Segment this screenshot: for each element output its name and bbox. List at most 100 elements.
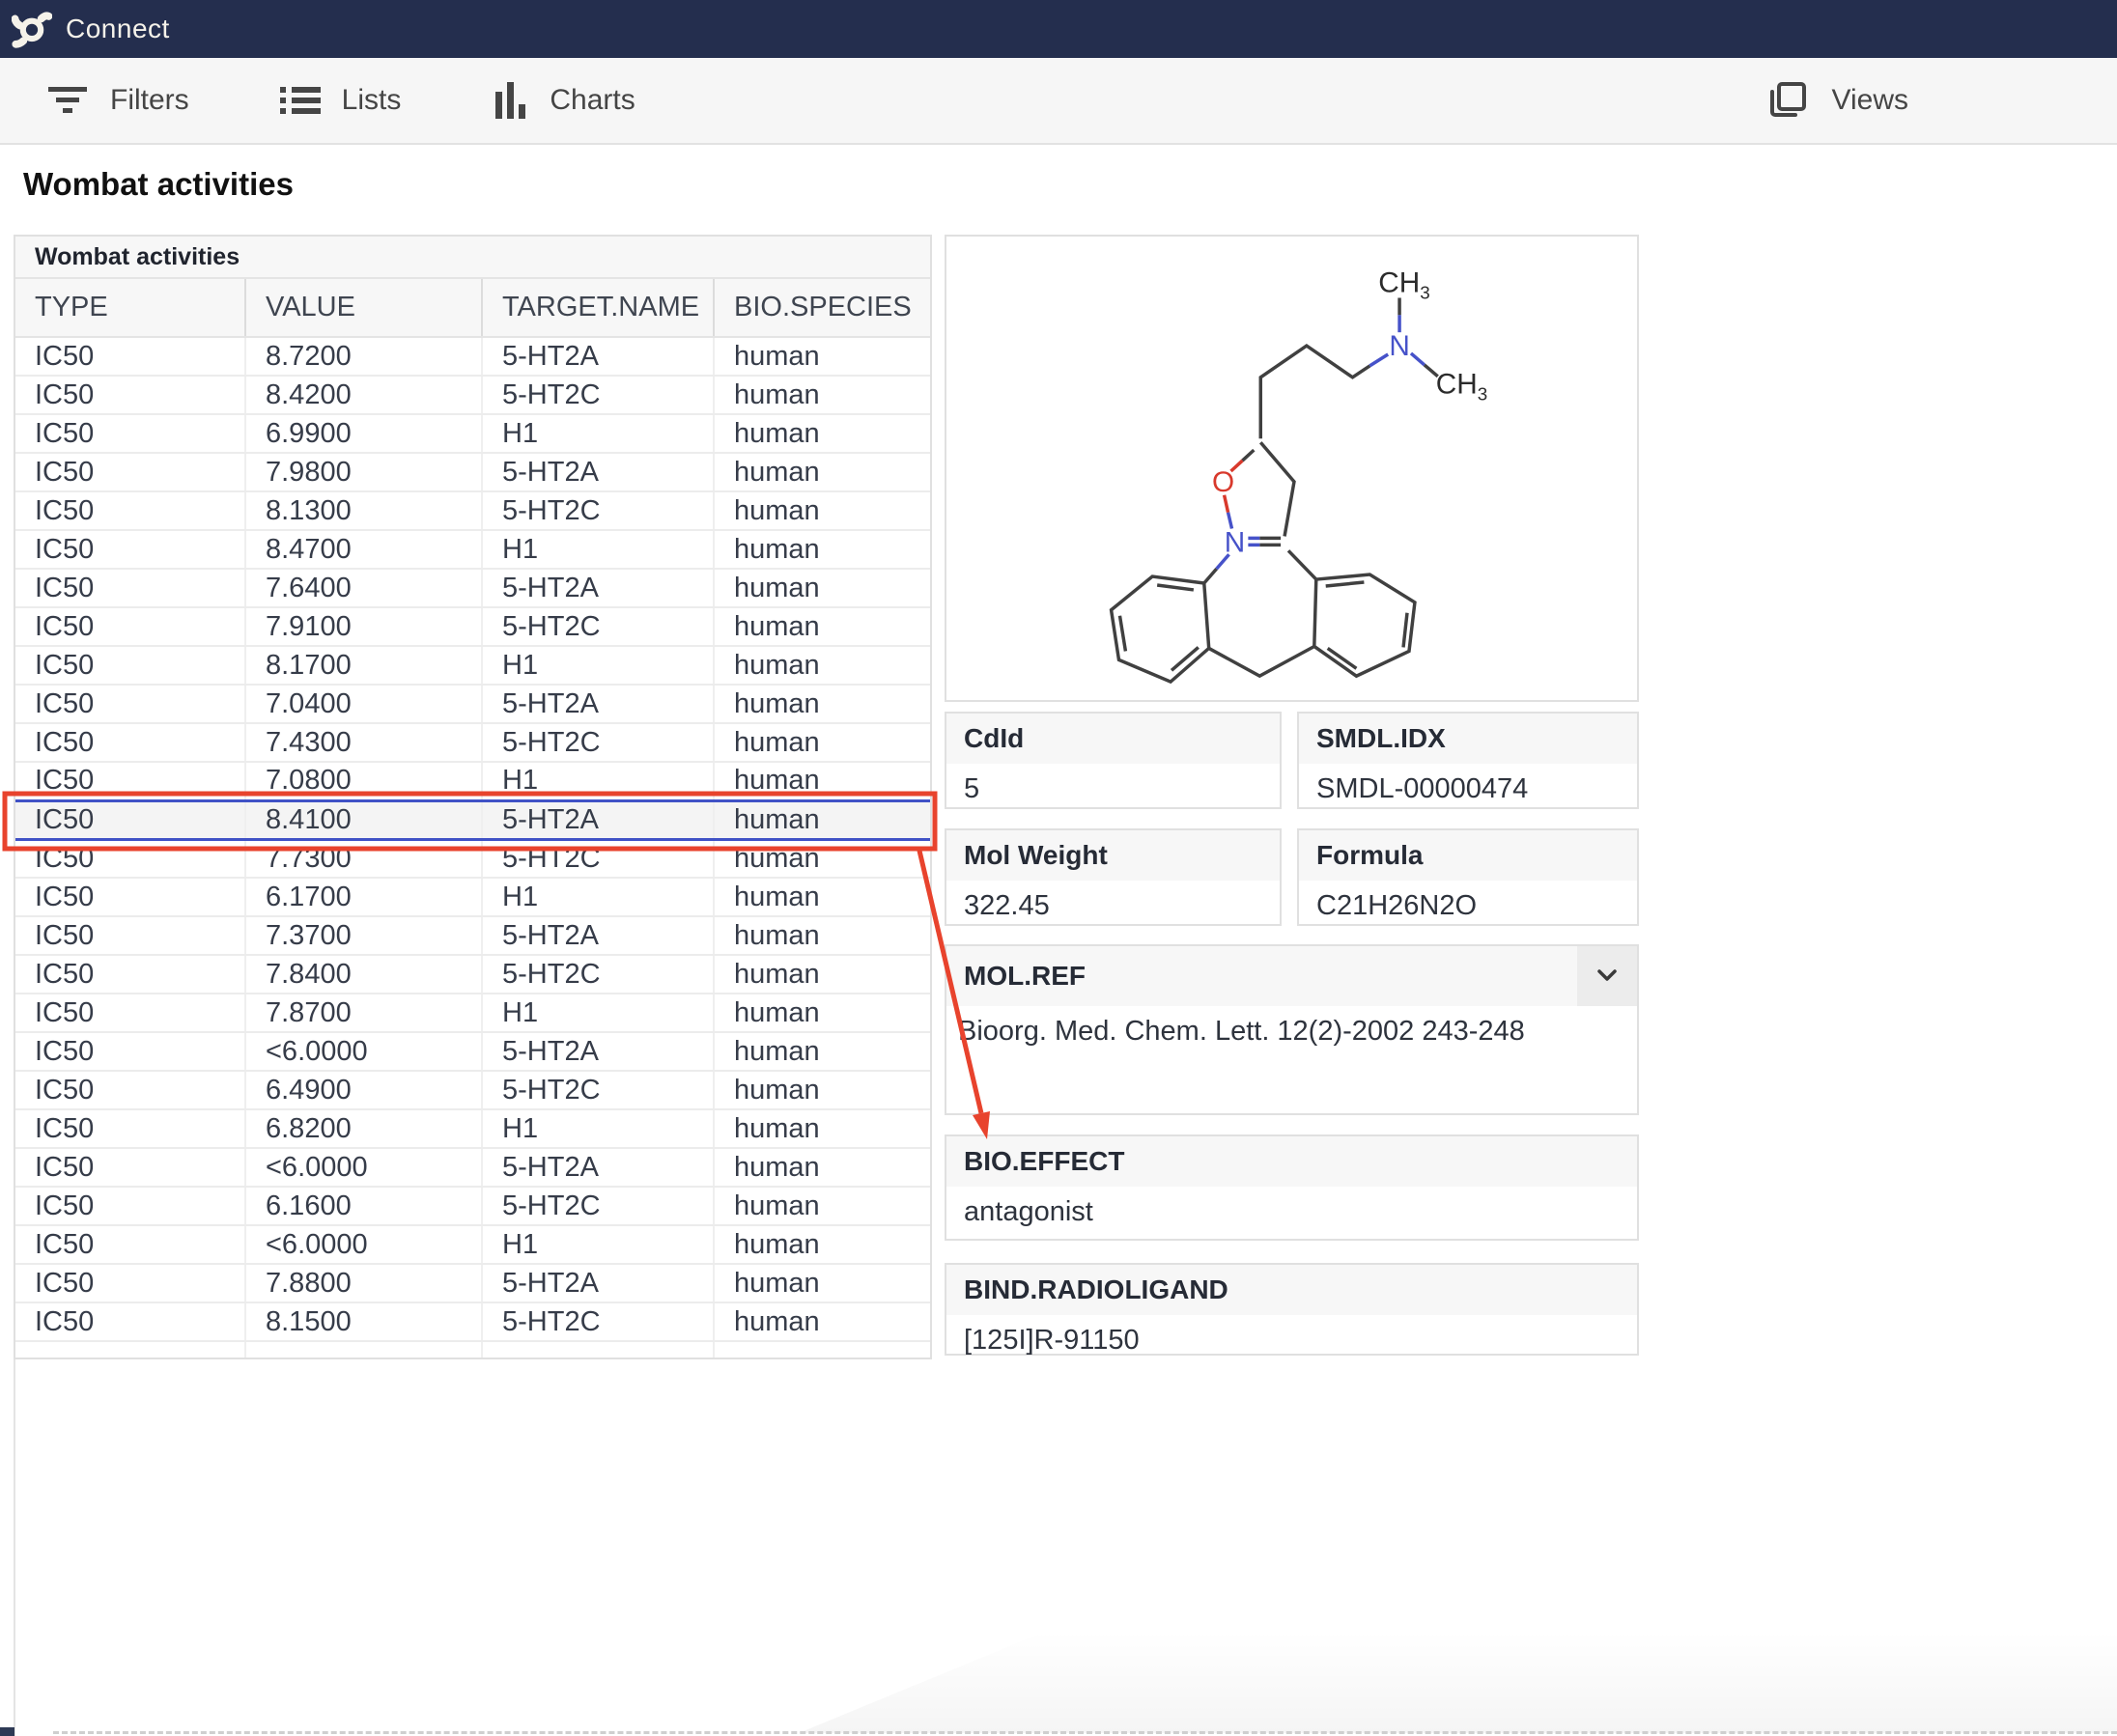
table-row[interactable]: IC50 8.7200 5-HT2A human bbox=[15, 337, 930, 377]
activities-table-panel: Wombat activities TYPE VALUE TARGET.NAME… bbox=[14, 235, 932, 1359]
chevron-down-icon bbox=[1592, 960, 1623, 994]
table-cell: IC50 bbox=[15, 1264, 245, 1303]
table-cell: IC50 bbox=[15, 1071, 245, 1110]
table-row[interactable]: IC50 7.8800 5-HT2A human bbox=[15, 1264, 930, 1303]
table-cell bbox=[713, 1341, 930, 1358]
table-cell: 5-HT2C bbox=[481, 1071, 714, 1110]
table-cell: IC50 bbox=[15, 337, 245, 377]
table-cell: IC50 bbox=[15, 607, 245, 647]
table-cell bbox=[244, 1341, 482, 1358]
table-row[interactable]: IC50 8.4200 5-HT2C human bbox=[15, 376, 930, 415]
table-cell: 8.4700 bbox=[244, 530, 482, 570]
table-cell: 7.7300 bbox=[244, 839, 482, 879]
table-cell: IC50 bbox=[15, 453, 245, 492]
bio-effect-card: BIO.EFFECT antagonist bbox=[945, 1134, 1639, 1241]
table-row[interactable]: IC50 8.1300 5-HT2C human bbox=[15, 491, 930, 531]
filters-button[interactable]: Filters bbox=[46, 81, 189, 120]
table-cell: H1 bbox=[481, 994, 714, 1033]
table-cell: IC50 bbox=[15, 994, 245, 1033]
table-cell: H1 bbox=[481, 1109, 714, 1149]
table-panel-title: Wombat activities bbox=[15, 237, 930, 279]
table-row[interactable]: IC50 8.1500 5-HT2C human bbox=[15, 1302, 930, 1342]
methyl-right-label: CH3 bbox=[1436, 369, 1487, 405]
column-header-type[interactable]: TYPE bbox=[15, 279, 245, 338]
table-cell: 7.8400 bbox=[244, 955, 482, 994]
smdl-idx-label: SMDL.IDX bbox=[1299, 714, 1637, 764]
table-row[interactable]: IC50 7.3700 5-HT2A human bbox=[15, 916, 930, 956]
table-row[interactable]: IC50 6.8200 H1 human bbox=[15, 1109, 930, 1149]
cdid-card: CdId 5 bbox=[945, 712, 1282, 809]
table-body: IC50 8.7200 5-HT2A human IC50 8.4200 5-HT2C hum… bbox=[15, 337, 930, 1358]
mol-weight-value: 322.45 bbox=[964, 890, 1050, 921]
table-row-partial bbox=[15, 1341, 930, 1358]
table-cell: 7.9800 bbox=[244, 453, 482, 492]
table-cell: human bbox=[713, 878, 930, 917]
table-row[interactable]: IC50 <6.0000 5-HT2A human bbox=[15, 1032, 930, 1072]
cdid-value: 5 bbox=[964, 773, 980, 804]
table-cell: 5-HT2C bbox=[481, 1187, 714, 1226]
table-row[interactable]: IC50 <6.0000 H1 human bbox=[15, 1225, 930, 1265]
table-cell: H1 bbox=[481, 1225, 714, 1265]
table-row[interactable]: IC50 7.8400 5-HT2C human bbox=[15, 955, 930, 994]
table-cell: human bbox=[713, 337, 930, 377]
table-cell: 8.4200 bbox=[244, 376, 482, 415]
table-cell: 5-HT2C bbox=[481, 607, 714, 647]
methyl-top-label: CH3 bbox=[1378, 267, 1429, 303]
table-cell: human bbox=[713, 1302, 930, 1342]
table-row[interactable]: IC50 7.9100 5-HT2C human bbox=[15, 607, 930, 647]
table-cell: IC50 bbox=[15, 491, 245, 531]
table-cell: <6.0000 bbox=[244, 1032, 482, 1072]
bind-radioligand-value: [125I]R-91150 bbox=[964, 1325, 1140, 1356]
table-cell: 7.8800 bbox=[244, 1264, 482, 1303]
table-cell: IC50 bbox=[15, 1148, 245, 1188]
table-cell: human bbox=[713, 723, 930, 763]
table-cell: 7.8700 bbox=[244, 994, 482, 1033]
table-cell: human bbox=[713, 1032, 930, 1072]
table-row[interactable]: IC50 7.4300 5-HT2C human bbox=[15, 723, 930, 763]
table-row[interactable]: IC50 7.7300 5-HT2C human bbox=[15, 839, 930, 879]
table-cell: human bbox=[713, 1225, 930, 1265]
table-cell: IC50 bbox=[15, 762, 245, 801]
table-row[interactable]: IC50 <6.0000 5-HT2A human bbox=[15, 1148, 930, 1188]
table-row[interactable]: IC50 8.1700 H1 human bbox=[15, 646, 930, 686]
bio-effect-value: antagonist bbox=[964, 1196, 1093, 1227]
connect-logo-icon bbox=[12, 8, 52, 50]
table-cell: human bbox=[713, 798, 930, 841]
table-cell bbox=[15, 1341, 245, 1358]
column-header-bio-species[interactable]: BIO.SPECIES bbox=[713, 279, 930, 338]
table-row[interactable]: IC50 7.0400 5-HT2A human bbox=[15, 685, 930, 724]
table-row[interactable]: IC50 6.1700 H1 human bbox=[15, 878, 930, 917]
table-row[interactable]: IC50 7.9800 5-HT2A human bbox=[15, 453, 930, 492]
table-row[interactable]: IC50 7.6400 5-HT2A human bbox=[15, 569, 930, 608]
mol-ref-value: Bioorg. Med. Chem. Lett. 12(2)-2002 243-… bbox=[958, 1016, 1525, 1047]
table-row[interactable]: IC50 7.0800 H1 human bbox=[15, 762, 930, 801]
table-cell: IC50 bbox=[15, 723, 245, 763]
table-cell: 5-HT2C bbox=[481, 491, 714, 531]
table-cell: H1 bbox=[481, 762, 714, 801]
views-button[interactable]: Views bbox=[1764, 77, 1908, 124]
bind-radioligand-card: BIND.RADIOLIGAND [125I]R-91150 bbox=[945, 1263, 1639, 1356]
table-cell: 6.8200 bbox=[244, 1109, 482, 1149]
table-row[interactable]: IC50 6.1600 5-HT2C human bbox=[15, 1187, 930, 1226]
formula-label: Formula bbox=[1299, 830, 1637, 881]
mol-weight-card: Mol Weight 322.45 bbox=[945, 828, 1282, 926]
lists-button[interactable]: Lists bbox=[278, 81, 401, 120]
table-cell: IC50 bbox=[15, 916, 245, 956]
charts-button[interactable]: Charts bbox=[494, 80, 635, 121]
table-cell: human bbox=[713, 955, 930, 994]
mol-ref-collapse-button[interactable] bbox=[1577, 946, 1637, 1006]
column-header-value[interactable]: VALUE bbox=[244, 279, 482, 338]
cdid-label: CdId bbox=[946, 714, 1280, 764]
top-bar: Connect bbox=[0, 0, 2117, 58]
table-cell: 7.0400 bbox=[244, 685, 482, 724]
column-header-target-name[interactable]: TARGET.NAME bbox=[481, 279, 714, 338]
table-row[interactable]: IC50 8.4700 H1 human bbox=[15, 530, 930, 570]
table-row[interactable]: IC50 7.8700 H1 human bbox=[15, 994, 930, 1033]
mol-weight-label: Mol Weight bbox=[946, 830, 1280, 881]
brand-name: Connect bbox=[66, 14, 170, 43]
views-label: Views bbox=[1831, 84, 1908, 116]
table-row[interactable]: IC50 6.9900 H1 human bbox=[15, 414, 930, 454]
table-row[interactable]: IC50 6.4900 5-HT2C human bbox=[15, 1071, 930, 1110]
table-row[interactable]: IC50 8.4100 5-HT2A human bbox=[15, 798, 930, 841]
table-cell: human bbox=[713, 1187, 930, 1226]
